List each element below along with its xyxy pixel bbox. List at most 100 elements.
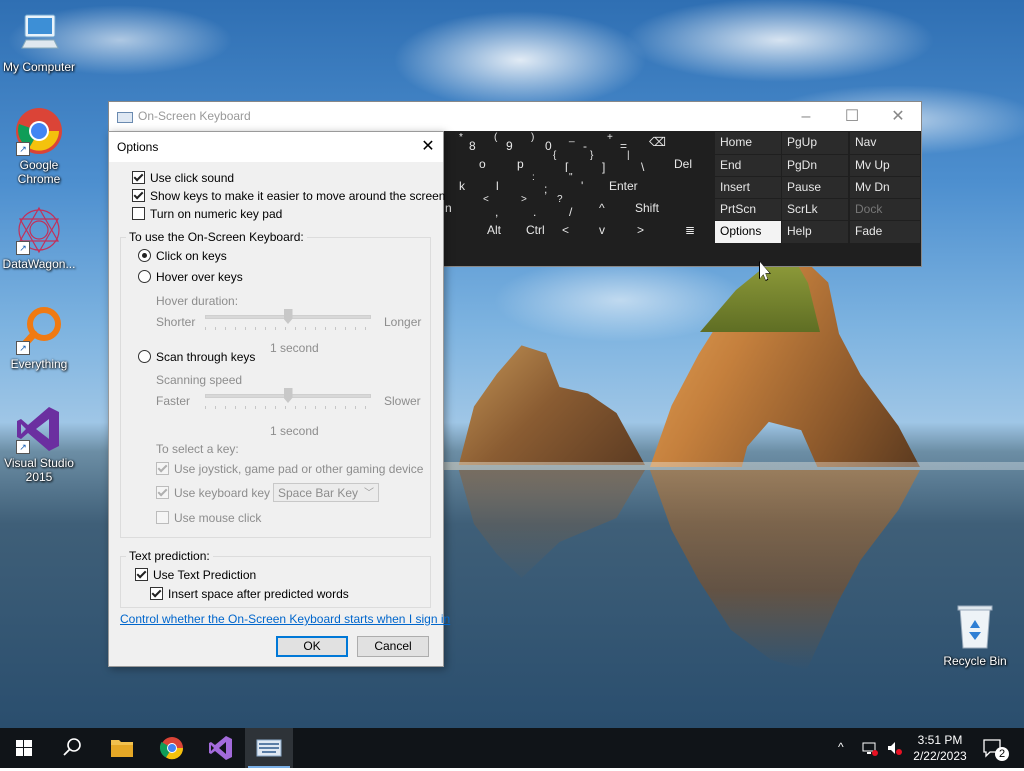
key-alt[interactable]: Alt — [482, 220, 518, 242]
key-pause[interactable]: Pause — [782, 177, 848, 198]
checkbox-checked-icon — [135, 568, 148, 581]
key-home[interactable]: Home — [715, 132, 781, 154]
keyboard-key-select[interactable]: Space Bar Key ﹀ — [273, 483, 379, 502]
desktop-icon-recycle-bin[interactable]: Recycle Bin — [933, 602, 1017, 668]
key-mv-up[interactable]: Mv Up — [850, 155, 920, 176]
volume-muted-icon[interactable] — [886, 740, 902, 759]
hover-over-keys-radio[interactable]: Hover over keys — [138, 270, 243, 284]
use-mouse-click-checkbox[interactable]: Use mouse click — [156, 511, 261, 525]
key-ctrl[interactable]: Ctrl — [521, 220, 557, 242]
recycle-bin-icon — [950, 602, 1000, 652]
key-options[interactable]: Options — [715, 221, 781, 243]
key-colon[interactable]: : — [527, 172, 539, 194]
clock-date[interactable]: 2/22/2023 — [908, 749, 972, 763]
key-underscore[interactable]: _ — [564, 132, 578, 154]
chevron-up-icon[interactable]: ^ — [838, 740, 844, 754]
numeric-keypad-checkbox[interactable]: Turn on numeric key pad — [132, 207, 282, 221]
key-period[interactable]: . — [528, 202, 544, 222]
slider-thumb[interactable] — [283, 309, 293, 324]
cancel-button[interactable]: Cancel — [357, 636, 429, 657]
network-icon[interactable] — [862, 740, 878, 759]
scanning-speed-slider[interactable] — [205, 388, 371, 409]
scan-through-keys-radio[interactable]: Scan through keys — [138, 350, 255, 364]
key-pipe[interactable]: | — [622, 150, 634, 172]
click-on-keys-radio[interactable]: Click on keys — [138, 249, 227, 263]
startup-settings-link[interactable]: Control whether the On-Screen Keyboard s… — [120, 612, 450, 626]
key-scrlk[interactable]: ScrLk — [782, 199, 848, 220]
key-rbracket[interactable]: ] — [597, 157, 613, 177]
datawagon-icon: ↗ — [14, 205, 64, 255]
key-lt[interactable]: < — [478, 194, 490, 216]
key-comma[interactable]: , — [490, 202, 506, 222]
menu-key-icon[interactable]: ≣ — [680, 220, 716, 242]
key-pgdn[interactable]: PgDn — [782, 155, 848, 176]
ok-button[interactable]: OK — [276, 636, 348, 657]
use-joystick-checkbox[interactable]: Use joystick, game pad or other gaming d… — [156, 462, 423, 476]
use-text-prediction-checkbox[interactable]: Use Text Prediction — [135, 568, 256, 582]
insert-space-checkbox[interactable]: Insert space after predicted words — [150, 587, 349, 601]
close-button[interactable]: ✕ — [875, 102, 921, 131]
show-keys-checkbox[interactable]: Show keys to make it easier to move arou… — [132, 189, 445, 203]
key-doublequote[interactable]: " — [564, 172, 576, 194]
key-prtscn[interactable]: PrtScn — [715, 199, 781, 220]
slider-thumb[interactable] — [283, 388, 293, 403]
close-icon[interactable]: ✕ — [413, 132, 443, 162]
backspace-icon[interactable]: ⌫ — [644, 132, 684, 154]
key-insert[interactable]: Insert — [715, 177, 781, 198]
key-nav[interactable]: Nav — [850, 132, 920, 154]
key-del[interactable]: Del — [669, 154, 709, 176]
taskbar-on-screen-keyboard[interactable] — [245, 728, 293, 768]
options-dialog-title: Options — [117, 140, 159, 154]
key-o[interactable]: o — [474, 154, 504, 176]
desktop-icon-my-computer[interactable]: My Computer — [0, 8, 81, 74]
key-question[interactable]: ? — [552, 194, 564, 216]
key-gt[interactable]: > — [516, 194, 528, 216]
osk-title-bar[interactable]: On-Screen Keyboard – ☐ ✕ — [109, 102, 921, 131]
shortcut-arrow-icon: ↗ — [16, 241, 30, 255]
options-title-bar[interactable]: Options ✕ — [109, 132, 443, 162]
taskbar-file-explorer[interactable] — [98, 728, 146, 768]
desktop-icon-google-chrome[interactable]: ↗ Google Chrome — [0, 106, 81, 186]
search-button[interactable] — [48, 728, 96, 768]
left-arrow-icon[interactable]: < — [557, 220, 593, 242]
osk-window-title: On-Screen Keyboard — [138, 109, 251, 123]
key-rparen[interactable]: ) — [526, 132, 540, 154]
use-keyboard-key-checkbox[interactable]: Use keyboard key — [156, 486, 270, 500]
key-plus[interactable]: + — [602, 132, 616, 154]
key-help[interactable]: Help — [782, 221, 848, 243]
chrome-icon — [159, 737, 184, 760]
minimize-button[interactable]: – — [783, 102, 829, 131]
wallpaper-reflection-far — [458, 470, 645, 578]
key-backslash[interactable]: \ — [636, 157, 652, 177]
clock-time[interactable]: 3:51 PM — [912, 733, 968, 747]
taskbar-chrome[interactable] — [148, 728, 196, 768]
use-click-sound-checkbox[interactable]: Use click sound — [132, 171, 234, 185]
checkbox-checked-icon — [132, 189, 145, 202]
key-enter[interactable]: Enter — [604, 176, 664, 198]
right-arrow-icon[interactable]: > — [632, 220, 668, 242]
key-apostrophe[interactable]: ' — [576, 176, 592, 196]
taskbar-visual-studio[interactable] — [196, 728, 244, 768]
hover-duration-slider[interactable] — [205, 309, 371, 330]
key-fade[interactable]: Fade — [850, 221, 920, 243]
start-button[interactable] — [0, 728, 48, 768]
key-rbrace[interactable]: } — [585, 150, 597, 172]
wallpaper-reflection-main — [650, 470, 920, 670]
key-mv-dn[interactable]: Mv Dn — [850, 177, 920, 198]
key-pgup[interactable]: PgUp — [782, 132, 848, 154]
maximize-button[interactable]: ☐ — [829, 102, 875, 131]
search-icon — [63, 738, 81, 756]
desktop-icon-visual-studio[interactable]: ↗ Visual Studio 2015 — [0, 404, 81, 484]
show-keys-label: Show keys to make it easier to move arou… — [150, 189, 446, 203]
desktop-icon-datawagon[interactable]: ↗ DataWagon... — [0, 205, 81, 271]
down-arrow-icon[interactable]: v — [594, 220, 630, 242]
insert-space-label: Insert space after predicted words — [168, 587, 349, 601]
key-slash[interactable]: / — [564, 202, 580, 222]
key-lbrace[interactable]: { — [548, 150, 560, 172]
checkbox-checked-icon — [156, 486, 169, 499]
visual-studio-icon: ↗ — [14, 404, 64, 454]
desktop-icon-everything[interactable]: ↗ Everything — [0, 305, 81, 371]
up-arrow-icon[interactable]: ^ — [594, 198, 622, 220]
key-shift[interactable]: Shift — [630, 198, 680, 220]
key-end[interactable]: End — [715, 155, 781, 176]
